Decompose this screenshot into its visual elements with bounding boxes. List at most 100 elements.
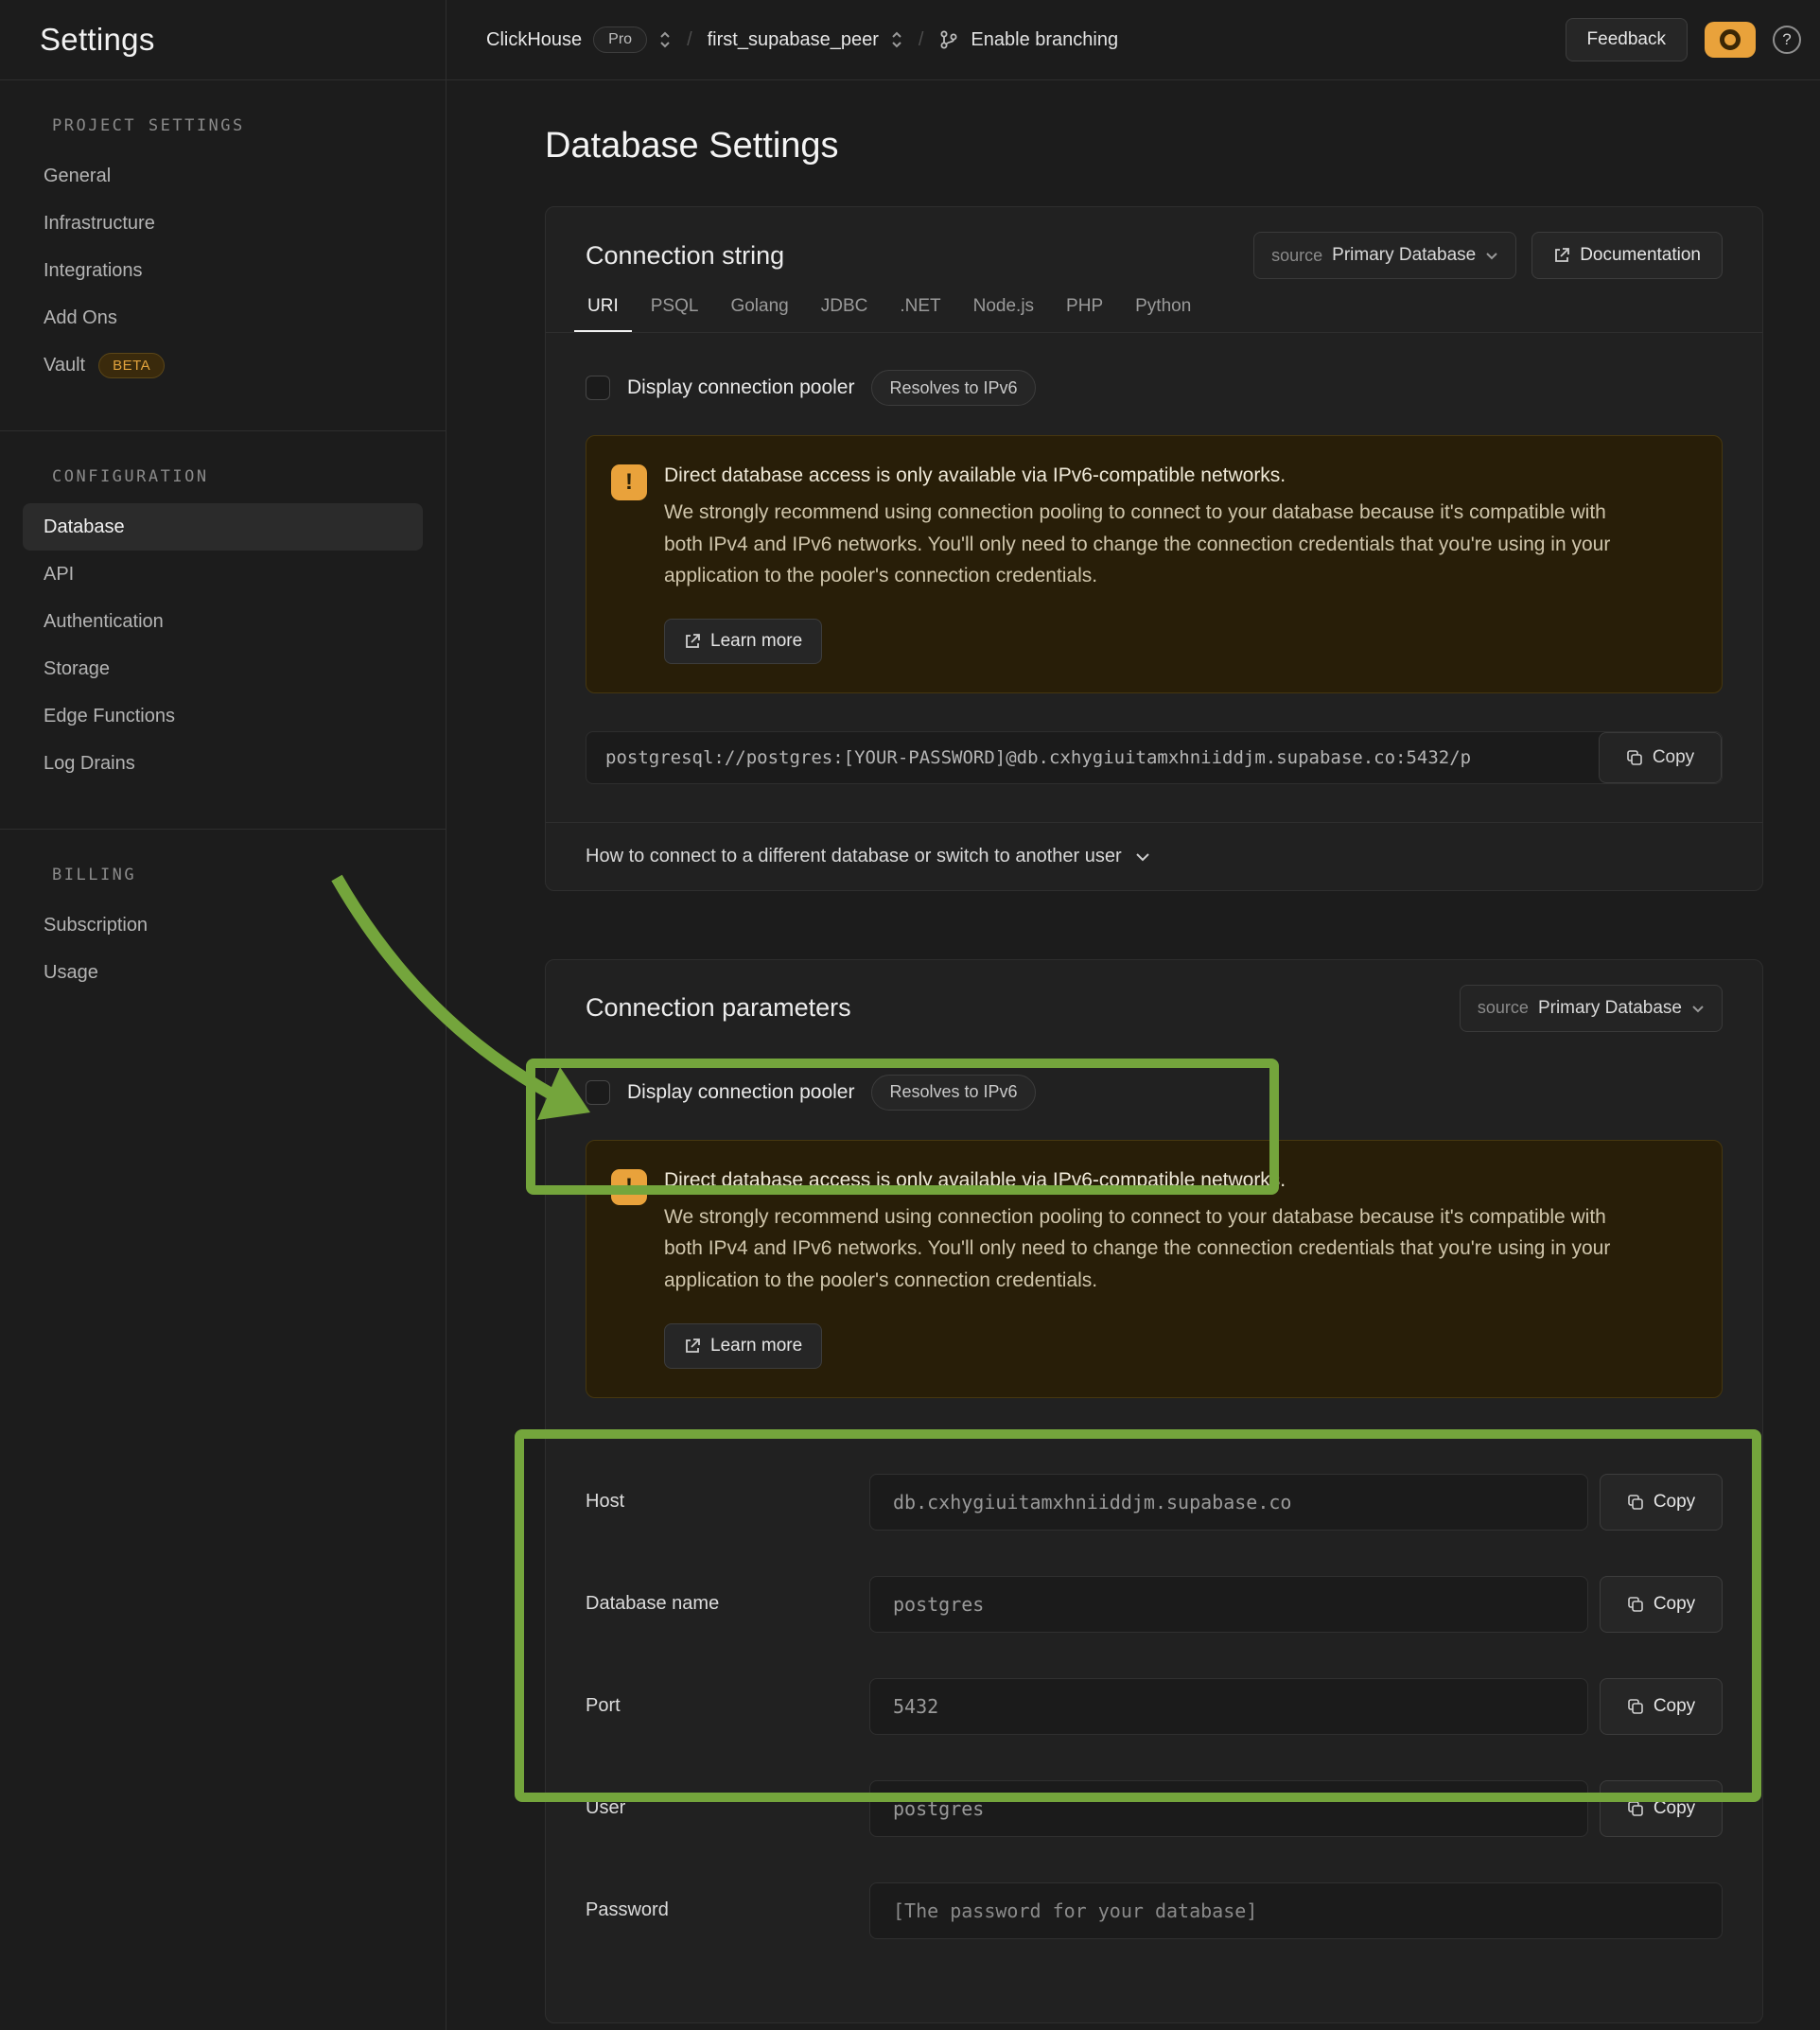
enable-branching-label: Enable branching — [971, 29, 1118, 51]
display-connection-pooler-checkbox[interactable] — [586, 376, 610, 400]
breadcrumb-separator: / — [919, 29, 924, 51]
sidebar-item-infrastructure[interactable]: Infrastructure — [23, 200, 423, 247]
copy-icon — [1627, 1596, 1644, 1613]
copy-port-button[interactable]: Copy — [1600, 1678, 1723, 1735]
section-configuration: CONFIGURATION Database API Authenticatio… — [0, 430, 446, 829]
ipv6-warning: ! Direct database access is only availab… — [586, 435, 1723, 693]
ipv6-badge: Resolves to IPv6 — [871, 1075, 1035, 1111]
documentation-button[interactable]: Documentation — [1531, 232, 1723, 279]
copy-label: Copy — [1654, 1798, 1695, 1819]
sidebar-item-usage[interactable]: Usage — [23, 949, 423, 996]
port-field[interactable]: 5432 — [869, 1678, 1588, 1735]
source-select[interactable]: source Primary Database — [1253, 232, 1516, 279]
sidebar-item-database[interactable]: Database — [23, 503, 423, 551]
topbar-right: Feedback ? — [1566, 18, 1801, 61]
learn-more-button[interactable]: Learn more — [664, 619, 822, 664]
org-selector[interactable]: ClickHouse Pro — [486, 26, 672, 53]
learn-more-button[interactable]: Learn more — [664, 1323, 822, 1369]
sidebar-item-edge-functions[interactable]: Edge Functions — [23, 692, 423, 740]
copy-label: Copy — [1654, 1594, 1695, 1615]
org-name: ClickHouse — [486, 29, 582, 51]
sidebar-item-label: Vault — [44, 355, 85, 376]
chevron-down-icon — [1485, 251, 1498, 260]
sidebar-item-api[interactable]: API — [23, 551, 423, 598]
sidebar-item-general[interactable]: General — [23, 152, 423, 200]
source-value: Primary Database — [1538, 998, 1682, 1019]
sidebar-item-add-ons[interactable]: Add Ons — [23, 294, 423, 341]
card-title: Connection parameters — [586, 993, 851, 1023]
host-field[interactable]: db.cxhygiuitamxhniiddjm.supabase.co — [869, 1474, 1588, 1531]
tab-php[interactable]: PHP — [1053, 296, 1116, 332]
field-label: Password — [586, 1899, 869, 1921]
connection-uri-value: postgresql://postgres:[YOUR-PASSWORD]@db… — [605, 747, 1471, 768]
pooler-label: Display connection pooler — [627, 1081, 854, 1104]
documentation-label: Documentation — [1580, 245, 1701, 266]
avatar-glyph — [1720, 29, 1741, 50]
sidebar-item-label: API — [44, 564, 74, 586]
settings-title: Settings — [40, 22, 155, 58]
external-link-icon — [1553, 247, 1570, 264]
copy-uri-button[interactable]: Copy — [1599, 732, 1722, 783]
card-title: Connection string — [586, 241, 784, 271]
tab-golang[interactable]: Golang — [717, 296, 801, 332]
connection-help-toggle[interactable]: How to connect to a different database o… — [546, 822, 1762, 890]
pooler-label: Display connection pooler — [627, 376, 854, 399]
help-icon[interactable]: ? — [1773, 26, 1801, 54]
port-value: 5432 — [893, 1695, 938, 1718]
header-actions: source Primary Database — [1460, 985, 1723, 1032]
section-label: PROJECT SETTINGS — [23, 116, 423, 152]
host-value: db.cxhygiuitamxhniiddjm.supabase.co — [893, 1491, 1291, 1514]
sidebar-item-authentication[interactable]: Authentication — [23, 598, 423, 645]
section-billing: BILLING Subscription Usage — [0, 829, 446, 1038]
tab-psql[interactable]: PSQL — [638, 296, 712, 332]
user-field[interactable]: postgres — [869, 1780, 1588, 1837]
database-name-field[interactable]: postgres — [869, 1576, 1588, 1633]
sidebar-item-label: Storage — [44, 658, 110, 680]
feedback-button[interactable]: Feedback — [1566, 18, 1688, 61]
project-selector[interactable]: first_supabase_peer — [708, 29, 903, 51]
copy-label: Copy — [1654, 1696, 1695, 1717]
copy-icon — [1626, 749, 1643, 766]
tab-dotnet[interactable]: .NET — [886, 296, 954, 332]
tab-uri[interactable]: URI — [574, 296, 632, 332]
field-row-password: Password [The password for your database… — [586, 1882, 1723, 1939]
tab-python[interactable]: Python — [1122, 296, 1204, 332]
main-column: ClickHouse Pro / first_supabase_peer / E… — [446, 0, 1820, 2030]
sidebar-header: Settings — [0, 0, 446, 80]
user-value: postgres — [893, 1797, 984, 1820]
source-select[interactable]: source Primary Database — [1460, 985, 1723, 1032]
topbar: ClickHouse Pro / first_supabase_peer / E… — [446, 0, 1820, 80]
copy-database-name-button[interactable]: Copy — [1600, 1576, 1723, 1633]
copy-user-button[interactable]: Copy — [1600, 1780, 1723, 1837]
database-name-value: postgres — [893, 1593, 984, 1616]
connection-uri-field[interactable]: postgresql://postgres:[YOUR-PASSWORD]@db… — [586, 731, 1723, 784]
sidebar-item-vault[interactable]: Vault BETA — [23, 341, 423, 389]
sidebar-item-integrations[interactable]: Integrations — [23, 247, 423, 294]
sidebar-item-label: Subscription — [44, 915, 148, 936]
enable-branching-button[interactable]: Enable branching — [938, 29, 1118, 51]
tab-jdbc[interactable]: JDBC — [808, 296, 882, 332]
sidebar-item-storage[interactable]: Storage — [23, 645, 423, 692]
field-row-user: User postgres Copy — [586, 1780, 1723, 1837]
field-row-database-name: Database name postgres Copy — [586, 1576, 1723, 1633]
section-label: BILLING — [23, 866, 423, 901]
breadcrumb-separator: / — [687, 29, 692, 51]
header-actions: source Primary Database Documentation — [1253, 232, 1723, 279]
copy-host-button[interactable]: Copy — [1600, 1474, 1723, 1531]
content: Database Settings Connection string sour… — [446, 80, 1820, 2030]
section-project-settings: PROJECT SETTINGS General Infrastructure … — [0, 80, 446, 430]
copy-icon — [1627, 1494, 1644, 1511]
password-field[interactable]: [The password for your database] — [869, 1882, 1723, 1939]
warning-icon: ! — [611, 1169, 647, 1205]
chevron-down-icon — [1691, 1004, 1705, 1013]
git-branch-icon — [938, 29, 959, 50]
tab-nodejs[interactable]: Node.js — [960, 296, 1047, 332]
sidebar-item-label: Add Ons — [44, 307, 117, 329]
sidebar-item-label: General — [44, 166, 111, 187]
display-connection-pooler-checkbox[interactable] — [586, 1080, 610, 1105]
warning-content: Direct database access is only available… — [664, 1169, 1648, 1369]
sidebar-item-subscription[interactable]: Subscription — [23, 901, 423, 949]
field-label: Host — [586, 1491, 869, 1513]
org-avatar[interactable] — [1705, 22, 1756, 58]
sidebar-item-log-drains[interactable]: Log Drains — [23, 740, 423, 787]
